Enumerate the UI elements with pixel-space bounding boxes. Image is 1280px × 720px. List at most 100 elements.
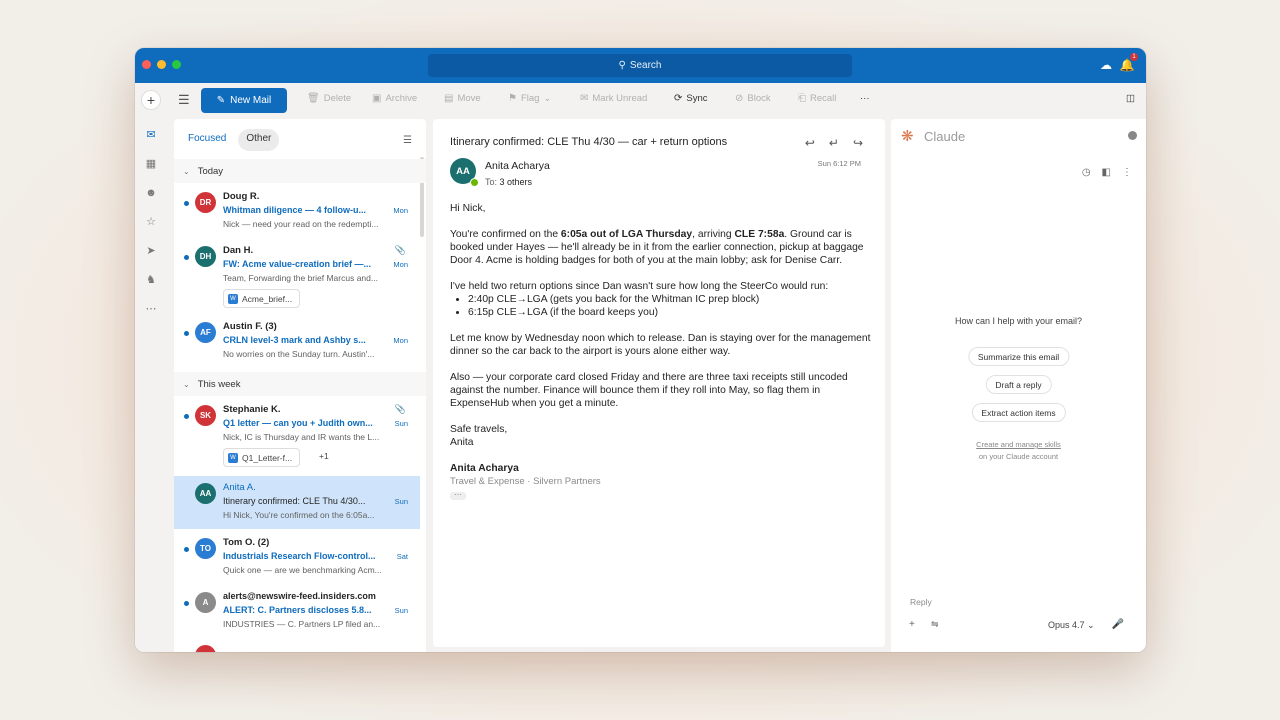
archive-button[interactable]: ▣ Archive (372, 93, 417, 104)
composer-controls: + ⇋ Opus 4.7 ⌄ 🎤 (909, 619, 1129, 635)
sender: alerts@newswire-feed.insiders.com (223, 591, 376, 601)
trash-icon: 🗑 (307, 93, 320, 104)
context-icon[interactable]: ⇋ (931, 619, 939, 630)
manage-skills-link[interactable]: Create and manage skills (976, 440, 1061, 449)
tab-focused[interactable]: Focused (180, 129, 234, 151)
message-row[interactable]: A alerts@newswire-feed.insiders.com ALER… (174, 585, 420, 637)
recipients[interactable]: To: 3 others (485, 177, 532, 187)
unread-dot (184, 601, 189, 606)
block-icon: ⊘ (735, 93, 744, 104)
flag-button[interactable]: ⚑ Flag ⌄ (508, 93, 551, 104)
preview: Hi Nick, You're confirmed on the 6:05a..… (223, 510, 375, 520)
word-doc-icon: W (228, 293, 238, 304)
reply-input[interactable]: Reply (910, 597, 932, 607)
add-icon[interactable]: + (909, 619, 915, 630)
word-doc-icon: W (228, 452, 238, 463)
add-account-button[interactable]: + (142, 91, 160, 109)
subject: Industrials Research Flow-control... (223, 551, 376, 561)
title-bar: ⚲ Search ☁ 🔔 1 (135, 48, 1146, 83)
draft-reply-chip[interactable]: Draft a reply (985, 375, 1052, 394)
new-mail-button[interactable]: ✎ New Mail (201, 88, 287, 113)
history-icon[interactable]: ◷ (1082, 167, 1091, 178)
people-icon[interactable]: ☻ (144, 186, 158, 200)
close-window-button[interactable] (142, 60, 151, 69)
mail-icon[interactable]: ✉ (144, 128, 158, 142)
message-row[interactable]: SK Stephanie K. 📎 Q1 letter — can you + … (174, 398, 420, 476)
preview: INDUSTRIES — C. Partners LP filed an... (223, 619, 381, 629)
favorites-star-icon[interactable]: ☆ (144, 215, 158, 229)
minimize-window-button[interactable] (157, 60, 166, 69)
org-chart-icon[interactable]: ♞ (144, 273, 158, 287)
subject: Itinerary confirmed: CLE Thu 4/30... (223, 496, 366, 506)
toggle-pane-icon[interactable]: ◫ (1126, 93, 1135, 104)
more-attachments[interactable]: +1 (319, 451, 329, 461)
archive-icon: ▣ (372, 93, 382, 104)
message-row[interactable]: DH Dan H. 📎 FW: Acme value-creation brie… (174, 239, 420, 317)
signature-name: Anita Acharya (450, 463, 519, 474)
message-row-selected[interactable]: AA Anita A. Itinerary confirmed: CLE Thu… (174, 476, 420, 529)
app-rail: ✉ ▦ ☻ ☆ ➤ ♞ ⋯ (135, 119, 167, 652)
block-button[interactable]: ⊘ Block (735, 93, 771, 104)
send-icon[interactable]: ➤ (144, 244, 158, 258)
attachment-chip[interactable]: W Q1_Letter-f... (223, 448, 301, 467)
date: Sat (396, 552, 408, 561)
show-more-button[interactable]: ··· (450, 491, 466, 500)
presence-indicator (470, 178, 479, 187)
more-actions-button[interactable]: ··· (860, 93, 870, 104)
calendar-icon[interactable]: ▦ (144, 157, 158, 171)
message-list: Focused Other ☰ ⌄ Today DR Doug R. Whitma… (174, 119, 426, 652)
subject: FW: Acme value-creation brief —... (223, 259, 372, 269)
subject: Whitman diligence — 4 follow-u... (223, 205, 367, 215)
delete-button[interactable]: 🗑 Delete (307, 93, 351, 104)
group-header-this-week[interactable]: ⌄ This week (174, 372, 426, 396)
paperclip-icon: 📎 (394, 404, 406, 414)
claude-header-icons: ◷ ◧ ⋮ (1082, 167, 1132, 178)
preview: Quick one — are we benchmarking Acm... (223, 565, 382, 575)
attachment-chip[interactable]: W Acme_brief... (223, 289, 301, 308)
notifications-icon[interactable]: 🔔 1 (1118, 53, 1138, 74)
extract-action-items-chip[interactable]: Extract action items (971, 403, 1066, 422)
message-row[interactable]: AF Austin F. (3) CRLN level-3 mark and A… (174, 315, 420, 365)
reply-all-icon[interactable]: ↵ (829, 136, 839, 150)
date: Mon (393, 206, 408, 215)
greeting: Hi Nick, (450, 203, 486, 214)
avatar: DR (195, 192, 216, 213)
microphone-icon[interactable]: 🎤 (1112, 619, 1124, 630)
avatar: AF (195, 322, 216, 343)
more-apps-icon[interactable]: ⋯ (144, 302, 158, 316)
message-row[interactable]: TO Tom O. (2) Industrials Research Flow-… (174, 531, 420, 583)
meet-now-icon[interactable]: ☁ (1097, 56, 1115, 74)
reply-icon[interactable]: ↩ (805, 136, 815, 150)
date: Sun (394, 419, 408, 428)
message-row[interactable]: DR Doug R. Whitman diligence — 4 follow-… (174, 185, 420, 233)
sender: Doug R. (223, 191, 260, 202)
settings-icon[interactable] (1128, 131, 1137, 140)
sender: Tom O. (2) (223, 537, 270, 548)
zoom-window-button[interactable] (172, 60, 181, 69)
preview: Nick — need your read on the redempti... (223, 219, 379, 229)
more-options-icon[interactable]: ⋮ (1122, 167, 1132, 178)
summarize-chip[interactable]: Summarize this email (967, 347, 1070, 366)
group-header-today[interactable]: ⌄ Today (174, 159, 426, 183)
message-row[interactable] (174, 641, 420, 652)
forward-icon[interactable]: ↪ (853, 136, 863, 150)
model-selector[interactable]: Opus 4.7 ⌄ (1048, 620, 1095, 631)
subject: Q1 letter — can you + Judith own... (223, 418, 373, 428)
mark-unread-button[interactable]: ✉ Mark Unread (580, 93, 647, 104)
sender-name[interactable]: Anita Acharya (485, 160, 550, 172)
move-button[interactable]: ▤ Move (444, 93, 481, 104)
signoff: Safe travels, Anita (450, 424, 508, 448)
menu-icon[interactable]: ☰ (178, 92, 190, 108)
chevron-down-icon: ⌄ (183, 166, 190, 176)
search-box[interactable]: ⚲ Search (428, 54, 852, 77)
preview: Nick, IC is Thursday and IR wants the L.… (223, 432, 380, 442)
inbox-tabs: Focused Other (180, 129, 280, 151)
tab-other[interactable]: Other (238, 129, 280, 151)
notification-badge: 1 (1130, 53, 1138, 61)
new-chat-icon[interactable]: ◧ (1102, 167, 1111, 178)
sync-button[interactable]: ⟳ Sync (674, 93, 708, 104)
envelope-icon: ✉ (580, 93, 589, 104)
recall-button[interactable]: ⎗ Recall (798, 93, 836, 104)
filter-icon[interactable]: ☰ (403, 135, 412, 146)
chevron-down-icon[interactable]: ⌄ (543, 93, 551, 104)
